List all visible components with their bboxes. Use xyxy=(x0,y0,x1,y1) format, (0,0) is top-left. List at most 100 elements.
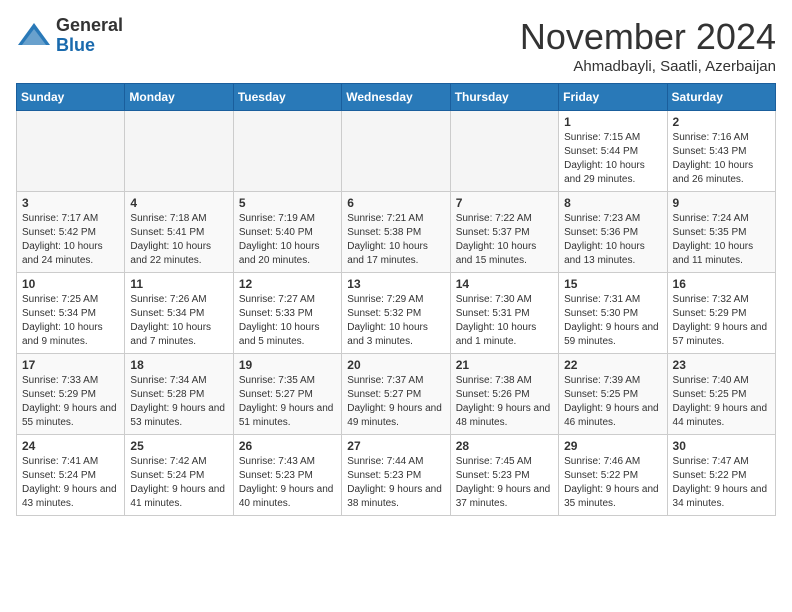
day-number: 13 xyxy=(347,277,444,291)
week-row-0: 1Sunrise: 7:15 AM Sunset: 5:44 PM Daylig… xyxy=(17,111,776,192)
day-info: Sunrise: 7:32 AM Sunset: 5:29 PM Dayligh… xyxy=(673,293,770,349)
day-number: 12 xyxy=(239,277,336,291)
day-number: 27 xyxy=(347,439,444,453)
day-cell: 8Sunrise: 7:23 AM Sunset: 5:36 PM Daylig… xyxy=(559,192,667,273)
day-info: Sunrise: 7:30 AM Sunset: 5:31 PM Dayligh… xyxy=(456,293,553,349)
day-info: Sunrise: 7:46 AM Sunset: 5:22 PM Dayligh… xyxy=(564,455,661,511)
calendar-body: 1Sunrise: 7:15 AM Sunset: 5:44 PM Daylig… xyxy=(17,111,776,516)
day-info: Sunrise: 7:25 AM Sunset: 5:34 PM Dayligh… xyxy=(22,293,119,349)
day-info: Sunrise: 7:26 AM Sunset: 5:34 PM Dayligh… xyxy=(130,293,227,349)
day-cell: 6Sunrise: 7:21 AM Sunset: 5:38 PM Daylig… xyxy=(342,192,450,273)
day-cell: 21 Sunrise: 7:38 AM Sunset: 5:26 PM Dayli… xyxy=(450,354,558,435)
day-number: 30 xyxy=(673,439,770,453)
day-cell: 24 Sunrise: 7:41 AM Sunset: 5:24 PM Dayli… xyxy=(17,435,125,516)
day-info: Sunrise: 7:45 AM Sunset: 5:23 PM Dayligh… xyxy=(456,455,553,511)
logo-icon xyxy=(16,21,52,51)
day-info: Sunrise: 7:22 AM Sunset: 5:37 PM Dayligh… xyxy=(456,212,553,268)
day-info: Sunrise: 7:41 AM Sunset: 5:24 PM Dayligh… xyxy=(22,455,119,511)
day-cell: 19 Sunrise: 7:35 AM Sunset: 5:27 PM Dayli… xyxy=(233,354,341,435)
day-info: Sunrise: 7:38 AM Sunset: 5:26 PM Dayligh… xyxy=(456,374,553,430)
day-number: 21 xyxy=(456,358,553,372)
col-header-wednesday: Wednesday xyxy=(342,84,450,111)
day-cell: 20 Sunrise: 7:37 AM Sunset: 5:27 PM Dayli… xyxy=(342,354,450,435)
day-info: Sunrise: 7:47 AM Sunset: 5:22 PM Dayligh… xyxy=(673,455,770,511)
calendar-table: SundayMondayTuesdayWednesdayThursdayFrid… xyxy=(16,83,776,516)
day-cell: 27 Sunrise: 7:44 AM Sunset: 5:23 PM Dayli… xyxy=(342,435,450,516)
day-cell xyxy=(342,111,450,192)
day-number: 24 xyxy=(22,439,119,453)
day-cell: 30 Sunrise: 7:47 AM Sunset: 5:22 PM Dayli… xyxy=(667,435,775,516)
col-header-thursday: Thursday xyxy=(450,84,558,111)
week-row-1: 3 Sunrise: 7:17 AM Sunset: 5:42 PM Daylig… xyxy=(17,192,776,273)
day-cell: 4 Sunrise: 7:18 AM Sunset: 5:41 PM Daylig… xyxy=(125,192,233,273)
day-number: 16 xyxy=(673,277,770,291)
day-cell: 13 Sunrise: 7:29 AM Sunset: 5:32 PM Dayli… xyxy=(342,273,450,354)
day-number: 19 xyxy=(239,358,336,372)
week-row-4: 24 Sunrise: 7:41 AM Sunset: 5:24 PM Dayli… xyxy=(17,435,776,516)
day-info: Sunrise: 7:29 AM Sunset: 5:32 PM Dayligh… xyxy=(347,293,444,349)
day-cell: 22 Sunrise: 7:39 AM Sunset: 5:25 PM Dayli… xyxy=(559,354,667,435)
day-number: 7 xyxy=(456,196,553,210)
day-cell: 25 Sunrise: 7:42 AM Sunset: 5:24 PM Dayli… xyxy=(125,435,233,516)
day-number: 8 xyxy=(564,196,661,210)
col-header-sunday: Sunday xyxy=(17,84,125,111)
day-number: 4 xyxy=(130,196,227,210)
day-info: Sunrise: 7:16 AM Sunset: 5:43 PM Dayligh… xyxy=(673,131,770,187)
day-cell: 5Sunrise: 7:19 AM Sunset: 5:40 PM Daylig… xyxy=(233,192,341,273)
day-number: 14 xyxy=(456,277,553,291)
day-number: 17 xyxy=(22,358,119,372)
day-number: 29 xyxy=(564,439,661,453)
logo-general: General xyxy=(56,16,123,36)
day-cell: 12 Sunrise: 7:27 AM Sunset: 5:33 PM Dayli… xyxy=(233,273,341,354)
day-info: Sunrise: 7:37 AM Sunset: 5:27 PM Dayligh… xyxy=(347,374,444,430)
day-number: 20 xyxy=(347,358,444,372)
calendar-header-row: SundayMondayTuesdayWednesdayThursdayFrid… xyxy=(17,84,776,111)
month-title: November 2024 xyxy=(520,16,776,58)
day-number: 11 xyxy=(130,277,227,291)
day-number: 2 xyxy=(673,115,770,129)
day-number: 1 xyxy=(564,115,661,129)
day-number: 5 xyxy=(239,196,336,210)
day-info: Sunrise: 7:31 AM Sunset: 5:30 PM Dayligh… xyxy=(564,293,661,349)
title-block: November 2024 Ahmadbayli, Saatli, Azerba… xyxy=(520,16,776,75)
logo: General Blue xyxy=(16,16,123,56)
day-cell: 17Sunrise: 7:33 AM Sunset: 5:29 PM Dayli… xyxy=(17,354,125,435)
page-header: General Blue November 2024 Ahmadbayli, S… xyxy=(16,16,776,75)
day-info: Sunrise: 7:27 AM Sunset: 5:33 PM Dayligh… xyxy=(239,293,336,349)
day-number: 18 xyxy=(130,358,227,372)
logo-blue: Blue xyxy=(56,36,123,56)
day-cell: 1Sunrise: 7:15 AM Sunset: 5:44 PM Daylig… xyxy=(559,111,667,192)
day-number: 15 xyxy=(564,277,661,291)
day-info: Sunrise: 7:42 AM Sunset: 5:24 PM Dayligh… xyxy=(130,455,227,511)
day-cell: 28 Sunrise: 7:45 AM Sunset: 5:23 PM Dayli… xyxy=(450,435,558,516)
col-header-tuesday: Tuesday xyxy=(233,84,341,111)
day-number: 22 xyxy=(564,358,661,372)
col-header-friday: Friday xyxy=(559,84,667,111)
day-cell: 11 Sunrise: 7:26 AM Sunset: 5:34 PM Dayli… xyxy=(125,273,233,354)
day-cell: 16 Sunrise: 7:32 AM Sunset: 5:29 PM Dayli… xyxy=(667,273,775,354)
day-number: 25 xyxy=(130,439,227,453)
day-cell: 7 Sunrise: 7:22 AM Sunset: 5:37 PM Daylig… xyxy=(450,192,558,273)
week-row-2: 10Sunrise: 7:25 AM Sunset: 5:34 PM Dayli… xyxy=(17,273,776,354)
day-cell xyxy=(233,111,341,192)
day-number: 3 xyxy=(22,196,119,210)
day-cell: 3 Sunrise: 7:17 AM Sunset: 5:42 PM Daylig… xyxy=(17,192,125,273)
day-cell: 29 Sunrise: 7:46 AM Sunset: 5:22 PM Dayli… xyxy=(559,435,667,516)
location: Ahmadbayli, Saatli, Azerbaijan xyxy=(520,58,776,75)
day-cell: 14 Sunrise: 7:30 AM Sunset: 5:31 PM Dayli… xyxy=(450,273,558,354)
day-cell: 15 Sunrise: 7:31 AM Sunset: 5:30 PM Dayli… xyxy=(559,273,667,354)
day-number: 26 xyxy=(239,439,336,453)
day-info: Sunrise: 7:18 AM Sunset: 5:41 PM Dayligh… xyxy=(130,212,227,268)
day-cell xyxy=(17,111,125,192)
day-cell: 9Sunrise: 7:24 AM Sunset: 5:35 PM Daylig… xyxy=(667,192,775,273)
day-info: Sunrise: 7:39 AM Sunset: 5:25 PM Dayligh… xyxy=(564,374,661,430)
day-number: 9 xyxy=(673,196,770,210)
day-info: Sunrise: 7:44 AM Sunset: 5:23 PM Dayligh… xyxy=(347,455,444,511)
day-cell: 10Sunrise: 7:25 AM Sunset: 5:34 PM Dayli… xyxy=(17,273,125,354)
day-cell xyxy=(125,111,233,192)
day-info: Sunrise: 7:35 AM Sunset: 5:27 PM Dayligh… xyxy=(239,374,336,430)
day-info: Sunrise: 7:43 AM Sunset: 5:23 PM Dayligh… xyxy=(239,455,336,511)
day-number: 23 xyxy=(673,358,770,372)
day-number: 28 xyxy=(456,439,553,453)
day-info: Sunrise: 7:17 AM Sunset: 5:42 PM Dayligh… xyxy=(22,212,119,268)
